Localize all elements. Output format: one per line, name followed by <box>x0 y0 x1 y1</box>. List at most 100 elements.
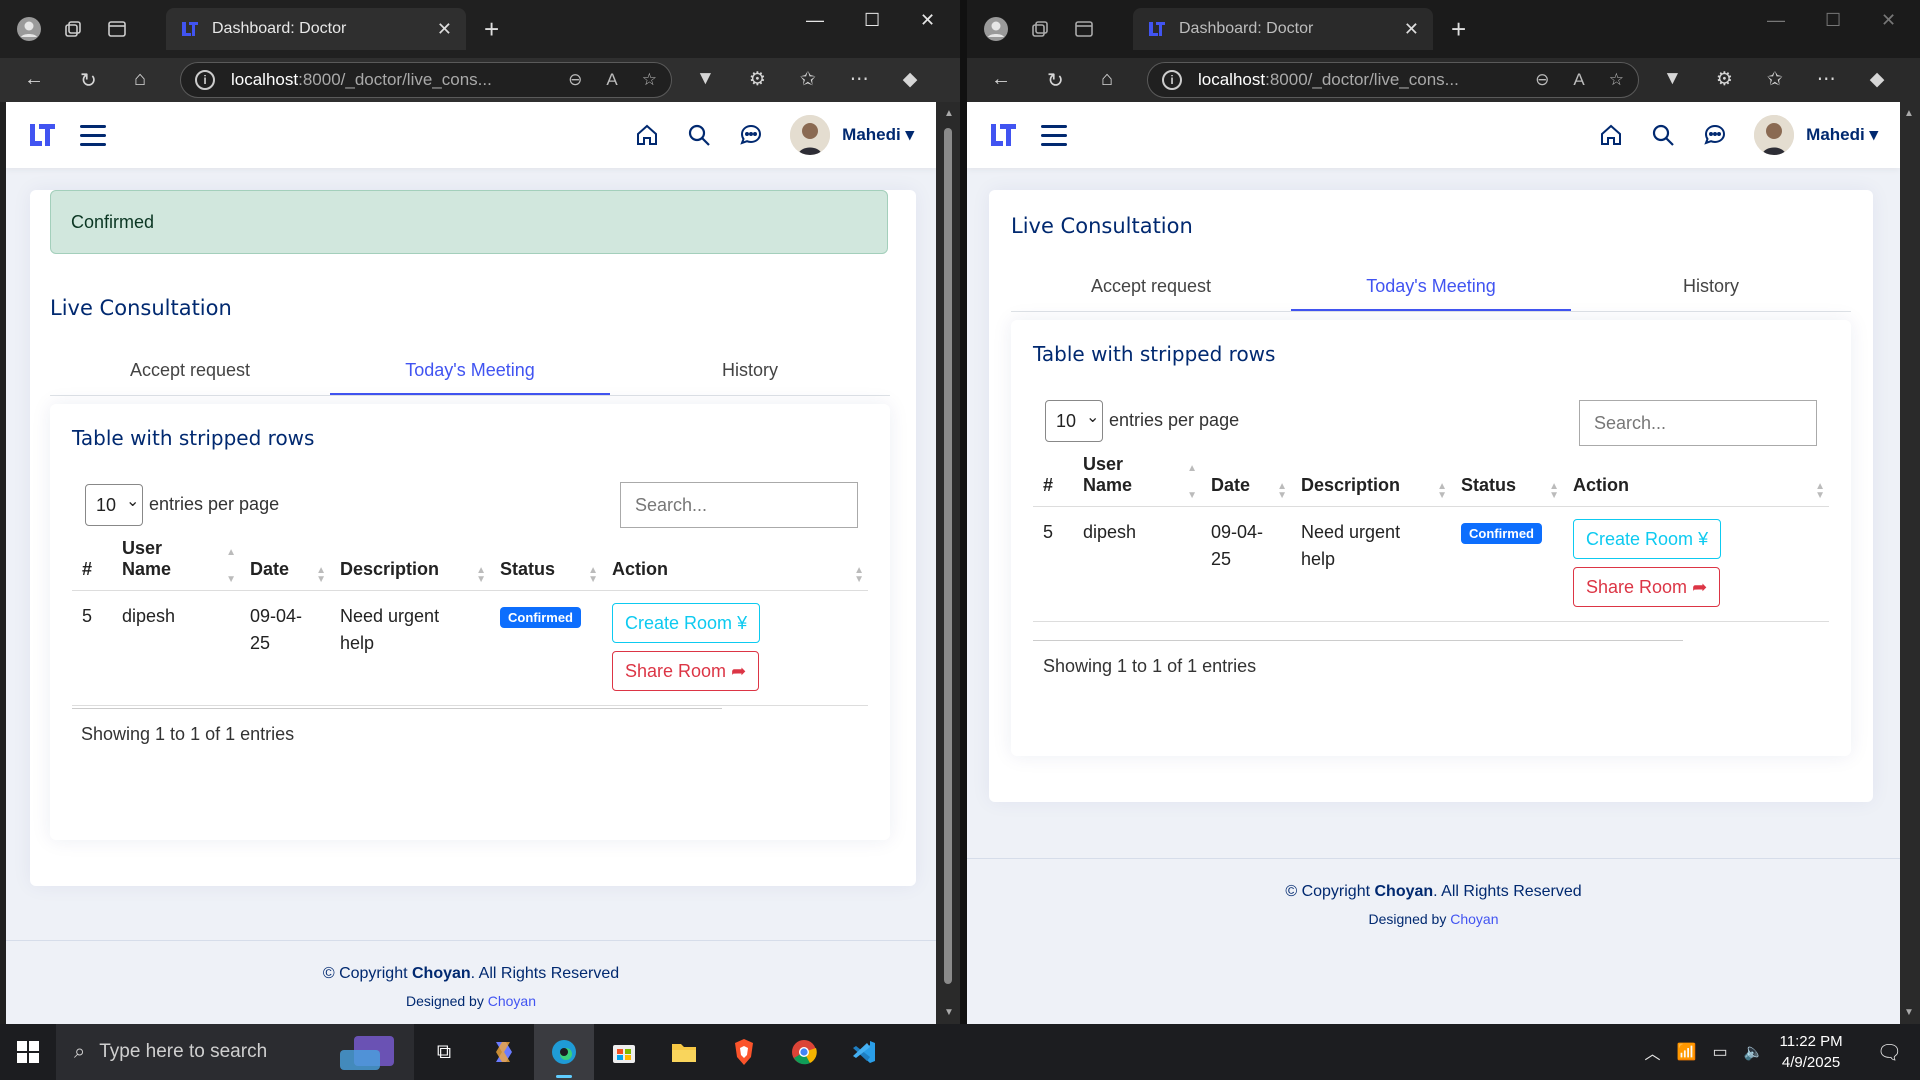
messages-icon[interactable] <box>738 122 764 148</box>
col-status[interactable]: Status ▲ ▼ <box>1451 454 1563 507</box>
user-avatar[interactable] <box>790 115 831 155</box>
vscode-app-icon[interactable] <box>834 1024 894 1080</box>
zoom-icon[interactable]: ⊖ <box>568 70 582 90</box>
home-icon[interactable]: ⌂ <box>1101 68 1113 91</box>
browser-tab[interactable]: Dashboard: Doctor ✕ <box>166 8 466 50</box>
vpn-icon[interactable]: ▼ <box>1663 68 1682 91</box>
create-room-button[interactable]: Create Room ¥ <box>1573 519 1722 559</box>
user-menu-toggle[interactable]: Mahedi ▾ <box>1806 125 1878 145</box>
read-aloud-icon[interactable]: A <box>1573 70 1584 90</box>
col-action[interactable]: Action ▲ ▼ <box>1563 454 1829 507</box>
volume-icon[interactable]: 🔈 <box>1744 1042 1764 1062</box>
address-bar[interactable]: i localhost :8000/_doctor/live_cons... ⊖… <box>180 62 672 98</box>
col-status[interactable]: Status ▲ ▼ <box>490 538 602 591</box>
home-icon[interactable]: ⌂ <box>134 68 146 91</box>
col-description[interactable]: Description ▲ ▼ <box>1291 454 1451 507</box>
vpn-icon[interactable]: ▼ <box>696 68 715 91</box>
vertical-tabs-icon[interactable] <box>1069 14 1099 44</box>
home-nav-icon[interactable] <box>1598 122 1624 148</box>
tab-todays-meeting[interactable]: Today's Meeting <box>1291 276 1571 311</box>
back-icon[interactable]: ← <box>24 68 44 91</box>
store-app-icon[interactable] <box>594 1024 654 1080</box>
close-tab-icon[interactable]: ✕ <box>1404 19 1419 40</box>
brave-app-icon[interactable] <box>714 1024 774 1080</box>
extensions-icon[interactable]: ⚙ <box>749 68 766 91</box>
share-room-button[interactable]: Share Room ➦ <box>612 651 760 691</box>
messages-icon[interactable] <box>1702 122 1728 148</box>
brand-logo-icon[interactable] <box>28 121 58 149</box>
network-icon[interactable]: 📶 <box>1677 1042 1697 1062</box>
favorite-star-icon[interactable]: ☆ <box>642 70 657 90</box>
back-icon[interactable]: ← <box>991 68 1011 91</box>
battery-icon[interactable]: ▭ <box>1712 1042 1727 1062</box>
col-id[interactable]: # <box>1033 454 1073 507</box>
chrome-app-icon[interactable] <box>774 1024 834 1080</box>
entries-select[interactable]: 10 <box>85 484 143 526</box>
entries-select[interactable]: 10 <box>1045 400 1103 442</box>
col-id[interactable]: # <box>72 538 112 591</box>
edge-app-icon[interactable] <box>534 1024 594 1080</box>
favorites-icon[interactable]: ✩ <box>1767 68 1783 91</box>
close-window-button[interactable]: ✕ <box>920 10 935 31</box>
share-room-button[interactable]: Share Room ➦ <box>1573 567 1721 607</box>
search-input[interactable]: Search... <box>1579 400 1817 446</box>
new-tab-button[interactable]: + <box>1451 14 1466 44</box>
menu-toggle-icon[interactable] <box>1041 124 1067 146</box>
read-aloud-icon[interactable]: A <box>606 70 617 90</box>
zoom-icon[interactable]: ⊖ <box>1535 70 1549 90</box>
tab-accept-request[interactable]: Accept request <box>1011 276 1291 311</box>
vertical-tabs-icon[interactable] <box>102 14 132 44</box>
page-scrollbar[interactable]: ▲ ▼ <box>936 102 960 1024</box>
reload-icon[interactable]: ↻ <box>1047 68 1064 93</box>
task-view-icon[interactable]: ⧉ <box>414 1024 474 1080</box>
copilot-icon[interactable]: ◆ <box>903 68 918 91</box>
clock[interactable]: 11:22 PM 4/9/2025 <box>1780 1031 1843 1073</box>
search-input[interactable]: Search... <box>620 482 858 528</box>
col-description[interactable]: Description ▲ ▼ <box>330 538 490 591</box>
col-action[interactable]: Action ▲ ▼ <box>602 538 868 591</box>
file-explorer-icon[interactable] <box>654 1024 714 1080</box>
start-button[interactable] <box>0 1024 56 1080</box>
col-user-name[interactable]: User Name ▲ ▼ <box>1073 454 1201 507</box>
col-date[interactable]: Date ▲ ▼ <box>1201 454 1291 507</box>
minimize-button[interactable]: — <box>1767 10 1785 31</box>
copilot-icon[interactable]: ◆ <box>1870 68 1885 91</box>
search-icon[interactable] <box>1650 122 1676 148</box>
menu-toggle-icon[interactable] <box>80 124 106 146</box>
workspaces-icon[interactable] <box>58 14 88 44</box>
maximize-button[interactable]: ☐ <box>864 10 880 31</box>
col-user-name[interactable]: User Name ▲ ▼ <box>112 538 240 591</box>
page-scrollbar[interactable]: ▲ ▼ <box>1900 102 1920 1024</box>
more-menu-icon[interactable]: ⋯ <box>1817 68 1836 91</box>
profile-icon[interactable] <box>14 14 44 44</box>
close-tab-icon[interactable]: ✕ <box>437 19 452 40</box>
brand-logo-icon[interactable] <box>989 121 1019 149</box>
user-avatar[interactable] <box>1754 115 1795 155</box>
search-icon[interactable] <box>686 122 712 148</box>
favorites-icon[interactable]: ✩ <box>800 68 816 91</box>
address-bar[interactable]: i localhost :8000/_doctor/live_cons... ⊖… <box>1147 62 1639 98</box>
extensions-icon[interactable]: ⚙ <box>1716 68 1733 91</box>
tab-history[interactable]: History <box>1571 276 1851 311</box>
minimize-button[interactable]: — <box>806 10 824 31</box>
taskbar-search[interactable]: ⌕ Type here to search <box>56 1024 414 1080</box>
tab-history[interactable]: History <box>610 360 890 395</box>
reload-icon[interactable]: ↻ <box>80 68 97 93</box>
create-room-button[interactable]: Create Room ¥ <box>612 603 761 643</box>
workspaces-icon[interactable] <box>1025 14 1055 44</box>
new-tab-button[interactable]: + <box>484 14 499 44</box>
browser-tab[interactable]: Dashboard: Doctor ✕ <box>1133 8 1433 50</box>
site-info-icon[interactable]: i <box>195 70 215 90</box>
user-menu-toggle[interactable]: Mahedi ▾ <box>842 125 914 145</box>
home-nav-icon[interactable] <box>634 122 660 148</box>
tab-accept-request[interactable]: Accept request <box>50 360 330 395</box>
col-date[interactable]: Date ▲ ▼ <box>240 538 330 591</box>
designer-link[interactable]: Choyan <box>1450 911 1498 927</box>
favorite-star-icon[interactable]: ☆ <box>1609 70 1624 90</box>
copilot-app-icon[interactable] <box>474 1024 534 1080</box>
profile-icon[interactable] <box>981 14 1011 44</box>
close-window-button[interactable]: ✕ <box>1881 10 1896 31</box>
chevron-up-icon[interactable]: ︿ <box>1645 1040 1661 1064</box>
designer-link[interactable]: Choyan <box>488 993 536 1009</box>
notifications-icon[interactable]: 🗨 <box>1877 1040 1902 1065</box>
